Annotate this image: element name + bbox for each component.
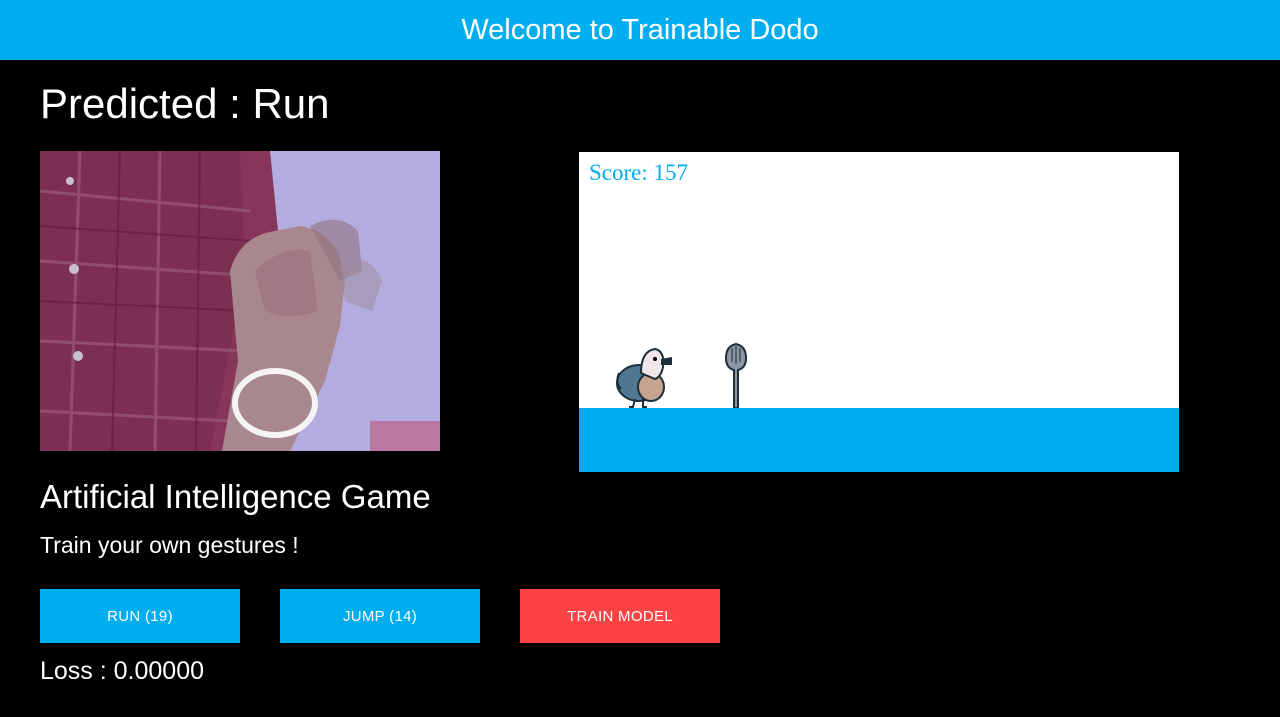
train-model-button[interactable]: TRAIN MODEL <box>520 589 720 643</box>
app-title: Welcome to Trainable Dodo <box>461 13 819 46</box>
loss-label: Loss : 0.00000 <box>40 657 205 685</box>
spoon-obstacle-icon <box>724 342 748 409</box>
prediction-label: Predicted : Run <box>40 80 330 127</box>
score-label: Score: 157 <box>589 160 689 185</box>
webcam-image <box>40 151 440 451</box>
run-button[interactable]: RUN (19) <box>40 589 240 643</box>
jump-button[interactable]: JUMP (14) <box>280 589 480 643</box>
ground <box>579 408 1179 472</box>
webcam-feed <box>40 151 440 451</box>
game-heading: Artificial Intelligence Game <box>40 478 431 515</box>
dodo-icon <box>616 347 672 408</box>
game-canvas[interactable]: Score: 157 <box>579 152 1179 472</box>
game-subheading: Train your own gestures ! <box>40 532 299 558</box>
top-bar: Welcome to Trainable Dodo <box>0 0 1280 60</box>
